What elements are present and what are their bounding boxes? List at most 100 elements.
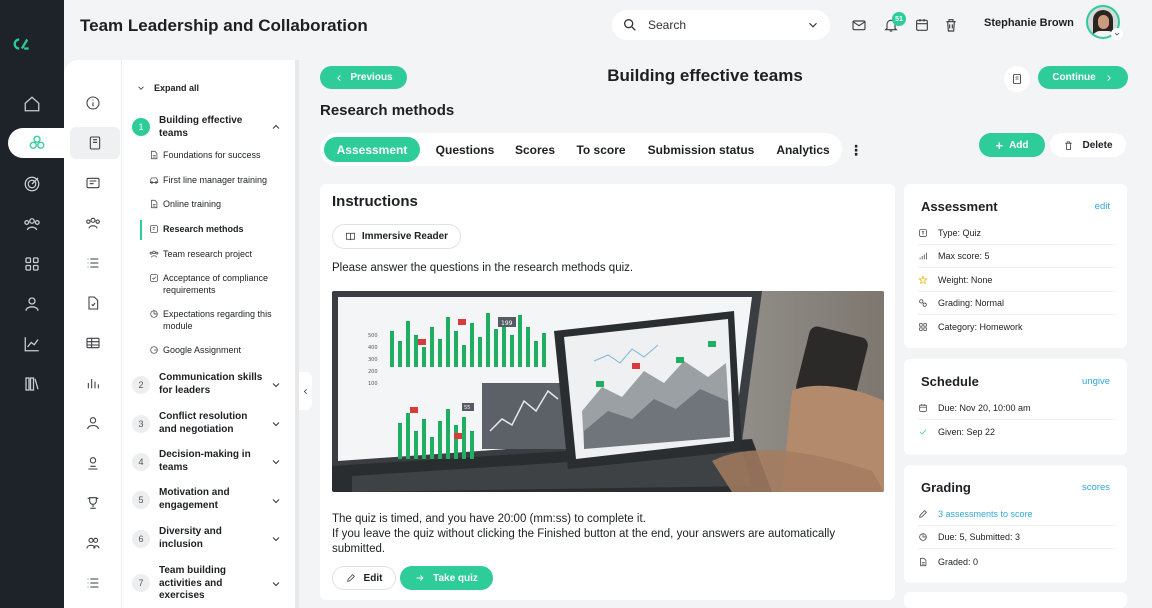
type-icon [918,228,928,238]
user-icon[interactable] [84,414,102,432]
edit-button[interactable]: Edit [332,566,396,590]
lesson-item-active[interactable]: Research methods [149,224,294,236]
schedule-due-row: Due: Nov 20, 10:00 am [918,397,1116,420]
grading-graded-row: Graded: 0 [918,550,1116,573]
schedule-ungive-link[interactable]: ungive [1082,376,1110,387]
module-number: 6 [132,530,150,548]
search-input[interactable]: Search [648,18,806,32]
pie-icon [149,309,159,319]
grading-scores-link[interactable]: scores [1082,482,1110,493]
search-icon [624,18,636,31]
table-icon[interactable] [84,334,102,352]
info-icon[interactable] [84,94,102,112]
lesson-item[interactable]: Acceptance of compliance requirements [149,273,294,296]
module-panel: Expand all 1 Building effective teams Fo… [64,60,298,608]
tab-to-score[interactable]: To score [571,137,631,162]
assessment-edit-link[interactable]: edit [1095,201,1110,212]
lesson-item[interactable]: Online training [149,199,294,211]
assessment-max-score-row: Max score: 5 [918,245,1116,268]
delete-button[interactable]: Delete [1050,133,1126,157]
user-name[interactable]: Stephanie Brown [984,17,1074,29]
tab-assessment[interactable]: Assessment [324,137,420,162]
lesson-item[interactable]: Foundations for success [149,150,294,162]
file-icon[interactable] [84,294,102,312]
profile-icon[interactable] [20,292,44,316]
chevron-down-icon[interactable] [270,532,282,544]
team-icon[interactable] [84,214,102,232]
chevron-down-icon[interactable] [270,455,282,467]
bar-chart-icon[interactable] [84,374,102,392]
module-title[interactable]: Team building activities and exercises [159,565,263,603]
search-box[interactable]: Search [612,10,830,40]
instructions-timed: The quiz is timed, and you have 20:00 (m… [332,513,646,525]
target-icon[interactable] [20,172,44,196]
home-icon[interactable] [20,92,44,116]
take-quiz-button[interactable]: Take quiz [400,566,493,590]
media-icon[interactable] [84,174,102,192]
mail-icon[interactable] [851,17,867,33]
trophy-icon[interactable] [84,494,102,512]
module-tree: Expand all 1 Building effective teams Fo… [122,60,298,608]
modules-icon[interactable] [8,128,66,158]
tab-analytics[interactable]: Analytics [771,137,835,162]
chevron-down-icon[interactable] [270,494,282,506]
chevron-down-icon[interactable] [1111,28,1123,40]
lesson-item[interactable]: First line manager training [149,175,294,187]
chevron-up-icon[interactable] [270,120,282,132]
people-icon[interactable] [20,212,44,236]
lesson-item[interactable]: Team research project [149,249,294,261]
analytics-icon[interactable] [20,332,44,356]
apps-icon[interactable] [20,252,44,276]
chevron-down-icon[interactable] [806,18,820,32]
chevron-left-icon [337,74,341,81]
module-title[interactable]: Decision-making in teams [159,449,263,474]
chevron-down-icon[interactable] [270,577,282,589]
calendar-icon [918,403,928,413]
list-icon[interactable] [84,254,102,272]
collapse-panel-button[interactable] [299,372,312,410]
bookmark-icon[interactable] [1004,66,1030,92]
assessment-category-row: Category: Homework [918,315,1116,338]
next-card-peek [904,592,1127,608]
panel-scrollbar[interactable] [295,60,299,608]
chevron-down-icon[interactable] [270,417,282,429]
tab-questions[interactable]: Questions [428,137,502,162]
grading-submitted-row: Due: 5, Submitted: 3 [918,526,1116,549]
module-title[interactable]: Communication skills for leaders [159,372,263,397]
chevron-right-icon [1107,74,1111,81]
list-alt-icon[interactable] [84,574,102,592]
add-button[interactable]: + Add [979,133,1045,157]
more-options-icon[interactable]: ⋮ [848,142,864,158]
car-icon [149,175,159,185]
expand-all-button[interactable]: Expand all [136,83,199,93]
svg-text:300: 300 [368,357,378,363]
pencil-icon [346,574,355,582]
award-icon[interactable] [84,454,102,472]
grading-to-score-link[interactable]: 3 assessments to score [918,503,1116,526]
lesson-item[interactable]: Expectations regarding this module [149,309,294,332]
document-icon [149,199,159,209]
continue-button[interactable]: Continue [1038,66,1128,89]
immersive-reader-button[interactable]: Immersive Reader [332,224,461,249]
tab-scores[interactable]: Scores [510,137,560,162]
module-title[interactable]: Motivation and engagement [159,487,263,512]
module-title[interactable]: Building effective teams [159,115,263,140]
calendar-icon[interactable] [914,17,930,33]
book-icon[interactable] [70,127,120,159]
active-indicator [140,220,142,240]
trash-icon[interactable] [943,17,959,33]
chevron-down-icon[interactable] [270,378,282,390]
module-title[interactable]: Diversity and inclusion [159,526,263,551]
module-title[interactable]: Conflict resolution and negotiation [159,411,263,436]
grading-icon [918,298,928,308]
group-icon[interactable] [84,534,102,552]
svg-text:200: 200 [368,369,378,375]
tab-submission-status[interactable]: Submission status [642,137,760,162]
library-icon[interactable] [20,372,44,396]
signal-icon [918,251,928,261]
chevron-down-icon [138,86,144,90]
previous-button[interactable]: Previous [320,66,407,89]
lesson-item[interactable]: Google Assignment [149,345,294,357]
instructions-title: Instructions [332,193,418,210]
app-logo[interactable] [12,30,52,62]
